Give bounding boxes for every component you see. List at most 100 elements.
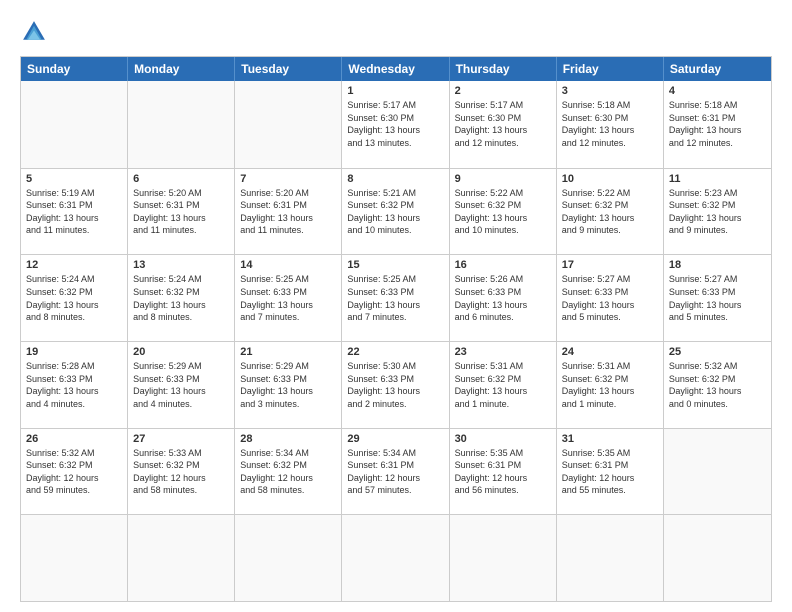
calendar-cell: 11 Sunrise: 5:23 AM Sunset: 6:32 PM Dayli… — [664, 169, 771, 255]
calendar-cell: 26Sunrise: 5:32 AM Sunset: 6:32 PM Dayli… — [21, 429, 128, 515]
calendar-cell: 4 Sunrise: 5:18 AM Sunset: 6:31 PM Daylig… — [664, 81, 771, 168]
day-number: 26 — [26, 433, 122, 445]
calendar-cell: 19 Sunrise: 5:28 AM Sunset: 6:33 PM Dayli… — [21, 342, 128, 428]
calendar-cell: 8Sunrise: 5:21 AM Sunset: 6:32 PM Daylig… — [342, 169, 449, 255]
day-info: Sunrise: 5:32 AM Sunset: 6:32 PM Dayligh… — [669, 360, 766, 410]
calendar-row: 1 Sunrise: 5:17 AM Sunset: 6:30 PM Daylig… — [21, 81, 771, 168]
calendar-cell: 6 Sunrise: 5:20 AM Sunset: 6:31 PM Daylig… — [128, 169, 235, 255]
day-info: Sunrise: 5:26 AM Sunset: 6:33 PM Dayligh… — [455, 273, 551, 323]
day-number: 14 — [240, 259, 336, 271]
day-number: 10 — [562, 173, 658, 185]
day-info: Sunrise: 5:25 AM Sunset: 6:33 PM Dayligh… — [347, 273, 443, 323]
calendar-cell — [664, 429, 771, 515]
calendar-cell: 24 Sunrise: 5:31 AM Sunset: 6:32 PM Dayli… — [557, 342, 664, 428]
day-info: Sunrise: 5:27 AM Sunset: 6:33 PM Dayligh… — [669, 273, 766, 323]
day-info: Sunrise: 5:22 AM Sunset: 6:32 PM Dayligh… — [455, 187, 551, 237]
day-number: 20 — [133, 346, 229, 358]
day-number: 21 — [240, 346, 336, 358]
day-number: 17 — [562, 259, 658, 271]
weekday-header: Thursday — [450, 57, 557, 81]
calendar-cell — [21, 515, 128, 601]
calendar-row: 26Sunrise: 5:32 AM Sunset: 6:32 PM Dayli… — [21, 428, 771, 515]
calendar-cell — [235, 515, 342, 601]
day-number: 30 — [455, 433, 551, 445]
day-info: Sunrise: 5:28 AM Sunset: 6:33 PM Dayligh… — [26, 360, 122, 410]
calendar-cell — [128, 515, 235, 601]
day-info: Sunrise: 5:27 AM Sunset: 6:33 PM Dayligh… — [562, 273, 658, 323]
weekday-header: Sunday — [21, 57, 128, 81]
day-info: Sunrise: 5:18 AM Sunset: 6:31 PM Dayligh… — [669, 99, 766, 149]
day-number: 29 — [347, 433, 443, 445]
day-info: Sunrise: 5:18 AM Sunset: 6:30 PM Dayligh… — [562, 99, 658, 149]
day-info: Sunrise: 5:22 AM Sunset: 6:32 PM Dayligh… — [562, 187, 658, 237]
day-info: Sunrise: 5:29 AM Sunset: 6:33 PM Dayligh… — [133, 360, 229, 410]
calendar-cell: 3 Sunrise: 5:18 AM Sunset: 6:30 PM Daylig… — [557, 81, 664, 168]
calendar-cell — [128, 81, 235, 168]
day-number: 28 — [240, 433, 336, 445]
calendar-cell: 2 Sunrise: 5:17 AM Sunset: 6:30 PM Daylig… — [450, 81, 557, 168]
calendar-cell: 13 Sunrise: 5:24 AM Sunset: 6:32 PM Dayli… — [128, 255, 235, 341]
calendar-cell: 30 Sunrise: 5:35 AM Sunset: 6:31 PM Dayli… — [450, 429, 557, 515]
day-info: Sunrise: 5:24 AM Sunset: 6:32 PM Dayligh… — [133, 273, 229, 323]
day-number: 25 — [669, 346, 766, 358]
header — [20, 18, 772, 46]
calendar-cell — [21, 81, 128, 168]
day-number: 7 — [240, 173, 336, 185]
day-number: 2 — [455, 85, 551, 97]
calendar-cell: 7Sunrise: 5:20 AM Sunset: 6:31 PM Daylig… — [235, 169, 342, 255]
calendar-cell: 9 Sunrise: 5:22 AM Sunset: 6:32 PM Daylig… — [450, 169, 557, 255]
calendar-cell: 1 Sunrise: 5:17 AM Sunset: 6:30 PM Daylig… — [342, 81, 449, 168]
day-number: 11 — [669, 173, 766, 185]
day-number: 3 — [562, 85, 658, 97]
day-number: 31 — [562, 433, 658, 445]
calendar-cell: 14Sunrise: 5:25 AM Sunset: 6:33 PM Dayli… — [235, 255, 342, 341]
day-info: Sunrise: 5:23 AM Sunset: 6:32 PM Dayligh… — [669, 187, 766, 237]
day-info: Sunrise: 5:29 AM Sunset: 6:33 PM Dayligh… — [240, 360, 336, 410]
calendar-cell: 16 Sunrise: 5:26 AM Sunset: 6:33 PM Dayli… — [450, 255, 557, 341]
day-number: 4 — [669, 85, 766, 97]
calendar-cell: 23 Sunrise: 5:31 AM Sunset: 6:32 PM Dayli… — [450, 342, 557, 428]
page: SundayMondayTuesdayWednesdayThursdayFrid… — [0, 0, 792, 612]
calendar-row: 12 Sunrise: 5:24 AM Sunset: 6:32 PM Dayli… — [21, 254, 771, 341]
day-info: Sunrise: 5:31 AM Sunset: 6:32 PM Dayligh… — [562, 360, 658, 410]
day-info: Sunrise: 5:34 AM Sunset: 6:31 PM Dayligh… — [347, 447, 443, 497]
day-number: 23 — [455, 346, 551, 358]
day-number: 13 — [133, 259, 229, 271]
calendar-cell: 18 Sunrise: 5:27 AM Sunset: 6:33 PM Dayli… — [664, 255, 771, 341]
day-number: 16 — [455, 259, 551, 271]
day-info: Sunrise: 5:34 AM Sunset: 6:32 PM Dayligh… — [240, 447, 336, 497]
day-number: 18 — [669, 259, 766, 271]
weekday-header: Friday — [557, 57, 664, 81]
calendar-cell — [342, 515, 449, 601]
day-info: Sunrise: 5:17 AM Sunset: 6:30 PM Dayligh… — [455, 99, 551, 149]
day-number: 9 — [455, 173, 551, 185]
day-number: 12 — [26, 259, 122, 271]
weekday-header: Monday — [128, 57, 235, 81]
day-number: 6 — [133, 173, 229, 185]
day-number: 1 — [347, 85, 443, 97]
calendar-cell: 28 Sunrise: 5:34 AM Sunset: 6:32 PM Dayli… — [235, 429, 342, 515]
calendar-row: 5 Sunrise: 5:19 AM Sunset: 6:31 PM Daylig… — [21, 168, 771, 255]
day-info: Sunrise: 5:17 AM Sunset: 6:30 PM Dayligh… — [347, 99, 443, 149]
day-number: 24 — [562, 346, 658, 358]
calendar-cell: 5 Sunrise: 5:19 AM Sunset: 6:31 PM Daylig… — [21, 169, 128, 255]
calendar-cell: 10 Sunrise: 5:22 AM Sunset: 6:32 PM Dayli… — [557, 169, 664, 255]
day-info: Sunrise: 5:19 AM Sunset: 6:31 PM Dayligh… — [26, 187, 122, 237]
day-info: Sunrise: 5:35 AM Sunset: 6:31 PM Dayligh… — [455, 447, 551, 497]
calendar-row — [21, 514, 771, 601]
calendar-cell: 22 Sunrise: 5:30 AM Sunset: 6:33 PM Dayli… — [342, 342, 449, 428]
day-info: Sunrise: 5:33 AM Sunset: 6:32 PM Dayligh… — [133, 447, 229, 497]
day-info: Sunrise: 5:30 AM Sunset: 6:33 PM Dayligh… — [347, 360, 443, 410]
calendar-cell: 29 Sunrise: 5:34 AM Sunset: 6:31 PM Dayli… — [342, 429, 449, 515]
day-number: 5 — [26, 173, 122, 185]
calendar-cell: 17 Sunrise: 5:27 AM Sunset: 6:33 PM Dayli… — [557, 255, 664, 341]
calendar-cell: 21 Sunrise: 5:29 AM Sunset: 6:33 PM Dayli… — [235, 342, 342, 428]
day-info: Sunrise: 5:31 AM Sunset: 6:32 PM Dayligh… — [455, 360, 551, 410]
calendar-cell — [664, 515, 771, 601]
calendar-cell: 20 Sunrise: 5:29 AM Sunset: 6:33 PM Dayli… — [128, 342, 235, 428]
calendar-cell — [557, 515, 664, 601]
day-number: 22 — [347, 346, 443, 358]
logo-icon — [20, 18, 48, 46]
day-number: 19 — [26, 346, 122, 358]
day-info: Sunrise: 5:20 AM Sunset: 6:31 PM Dayligh… — [133, 187, 229, 237]
